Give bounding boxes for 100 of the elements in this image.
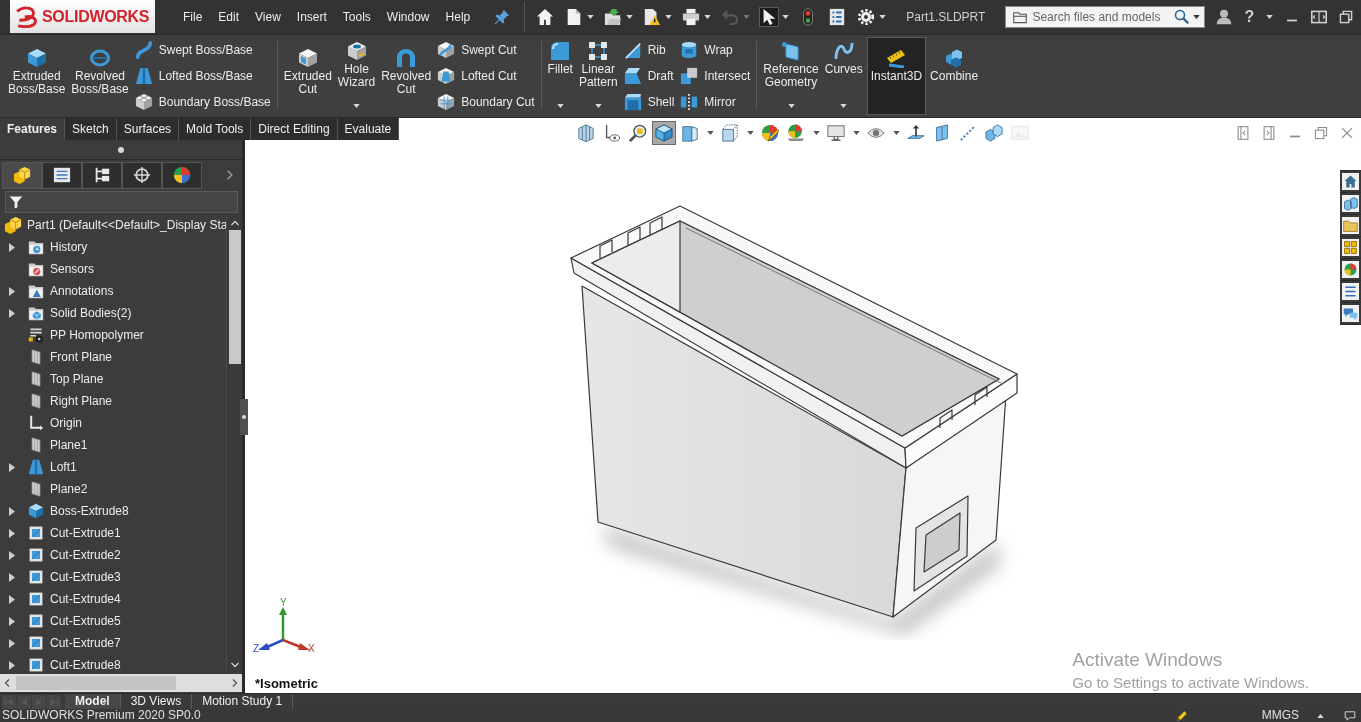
ribbon-button[interactable]: Revolved Boss/Base [69, 37, 131, 115]
help-button[interactable]: ? [1244, 8, 1255, 26]
menu-item[interactable]: File [175, 5, 211, 29]
caret-icon[interactable] [1266, 15, 1274, 19]
caret-up-icon[interactable] [1317, 713, 1324, 718]
pencil-icon[interactable] [1175, 709, 1188, 722]
pointer-icon[interactable] [759, 7, 780, 27]
menu-item[interactable]: Tools [334, 5, 379, 29]
ribbon-command[interactable]: Swept Boss/Base [132, 37, 273, 63]
tree-item[interactable]: Plane1 [28, 437, 88, 453]
menu-item[interactable]: Insert [288, 5, 335, 29]
triangle-right-icon[interactable] [9, 506, 15, 516]
triangle-right-icon[interactable] [9, 616, 15, 626]
scrollbar-thumb[interactable] [228, 230, 241, 364]
ribbon-button[interactable]: Reference Geometry [761, 37, 821, 115]
tree-item[interactable]: PP Homopolymer [28, 327, 144, 343]
cube-icon[interactable] [652, 121, 676, 145]
menu-item[interactable]: Window [378, 5, 438, 29]
grid-icon[interactable] [1340, 237, 1361, 258]
tree-item[interactable]: History [28, 239, 88, 255]
speech-bubble-icon[interactable] [1344, 709, 1356, 722]
ribbon-command[interactable]: Swept Cut [435, 37, 537, 63]
printer-icon[interactable] [681, 7, 702, 27]
tree-item[interactable]: Annotations [28, 283, 114, 299]
pin-icon[interactable] [494, 9, 511, 25]
folder-icon[interactable] [1340, 215, 1361, 236]
close-icon[interactable] [1340, 126, 1354, 140]
grip-dot-icon[interactable] [118, 146, 124, 153]
ribbon-command[interactable]: Intersect [678, 63, 753, 89]
ribbon-button[interactable]: Extruded Boss/Base [6, 37, 68, 115]
triangle-right-icon[interactable] [9, 286, 15, 296]
caret-icon[interactable] [812, 131, 820, 135]
tree-item[interactable]: Cut-Extrude3 [28, 569, 121, 585]
menu-item[interactable]: View [247, 5, 289, 29]
tree-item[interactable]: Cut-Extrude1 [28, 525, 121, 541]
triangle-right-icon[interactable] [9, 528, 15, 538]
ribbon-button[interactable]: Extruded Cut [281, 37, 334, 115]
chevron-right-icon[interactable] [230, 678, 240, 688]
tree-item[interactable]: Cut-Extrude8 [28, 657, 121, 673]
units-label[interactable]: MMGS [1261, 709, 1299, 722]
ribbon-command[interactable]: Lofted Boss/Base [132, 63, 273, 89]
triangle-right-icon[interactable] [9, 550, 15, 560]
ribbon-button[interactable]: Linear Pattern [576, 37, 620, 115]
ribbon-command[interactable]: Rib [621, 37, 677, 63]
tree-item[interactable]: Top Plane [28, 371, 104, 387]
menu-item[interactable]: Help [437, 5, 479, 29]
tree-item[interactable]: Front Plane [28, 349, 113, 365]
caret-icon[interactable] [587, 15, 595, 19]
triangle-right-icon[interactable] [9, 462, 15, 472]
ribbon-command[interactable]: Wrap [678, 37, 753, 63]
caret-icon[interactable] [879, 15, 887, 19]
triangle-right-icon[interactable] [9, 308, 15, 318]
document-warning-icon[interactable] [642, 7, 663, 27]
scrollbar-thumb[interactable] [16, 676, 176, 690]
triangle-right-icon[interactable] [9, 660, 15, 670]
ribbon-button[interactable]: Instant3D [866, 37, 927, 115]
ribbon-button[interactable]: Fillet [545, 37, 575, 115]
home-icon[interactable] [1340, 171, 1361, 192]
triangle-right-icon[interactable] [9, 242, 15, 252]
caret-icon[interactable] [746, 131, 754, 135]
home-icon[interactable] [535, 7, 556, 27]
chevron-left-icon[interactable] [2, 678, 12, 688]
chevron-down-icon[interactable] [229, 660, 240, 670]
vertical-scrollbar[interactable] [226, 214, 242, 674]
triangle-right-icon[interactable] [9, 594, 15, 604]
speech-bubble-icon[interactable] [1340, 303, 1361, 324]
manager-tab[interactable] [82, 161, 122, 189]
panel-right-icon[interactable] [1262, 126, 1276, 140]
manager-tab[interactable] [162, 161, 202, 189]
manager-tab[interactable] [2, 161, 42, 189]
tree-item[interactable]: Loft1 [28, 459, 77, 475]
tree-item[interactable]: Cut-Extrude5 [28, 613, 121, 629]
gear-icon[interactable] [856, 7, 877, 27]
menu-item[interactable]: Edit [210, 5, 248, 29]
ribbon-command[interactable]: Boundary Cut [435, 89, 537, 115]
list-icon[interactable] [1340, 281, 1361, 302]
tree-item[interactable]: Solid Bodies(2) [28, 305, 132, 321]
filter-field[interactable] [5, 191, 238, 213]
ribbon-command[interactable]: Lofted Cut [435, 63, 537, 89]
ribbon-command[interactable]: Boundary Boss/Base [132, 89, 273, 115]
caret-icon[interactable] [782, 15, 790, 19]
tree-item[interactable]: Cut-Extrude2 [28, 547, 121, 563]
caret-icon[interactable] [892, 131, 900, 135]
ribbon-button[interactable]: Curves [822, 37, 865, 115]
sphere-icon[interactable] [1340, 259, 1361, 280]
tree-item[interactable]: Cut-Extrude7 [28, 635, 121, 651]
tab[interactable]: Model [65, 694, 121, 709]
caret-icon[interactable] [1193, 15, 1201, 19]
ribbon-command[interactable]: Mirror [678, 89, 753, 115]
panel-left-icon[interactable] [1236, 126, 1250, 140]
caret-icon[interactable] [706, 131, 714, 135]
tree-item[interactable]: Cut-Extrude4 [28, 591, 121, 607]
ribbon-command[interactable]: Shell [621, 89, 677, 115]
ribbon-button[interactable]: Hole Wizard [335, 37, 378, 115]
triangle-right-icon[interactable] [9, 572, 15, 582]
tab[interactable]: Features [0, 118, 66, 140]
tree-item[interactable]: Part1 (Default<<Default>_Display Sta [4, 216, 228, 234]
horizontal-scrollbar[interactable] [0, 674, 242, 692]
ribbon-command[interactable]: Draft [621, 63, 677, 89]
caret-icon[interactable] [852, 131, 860, 135]
